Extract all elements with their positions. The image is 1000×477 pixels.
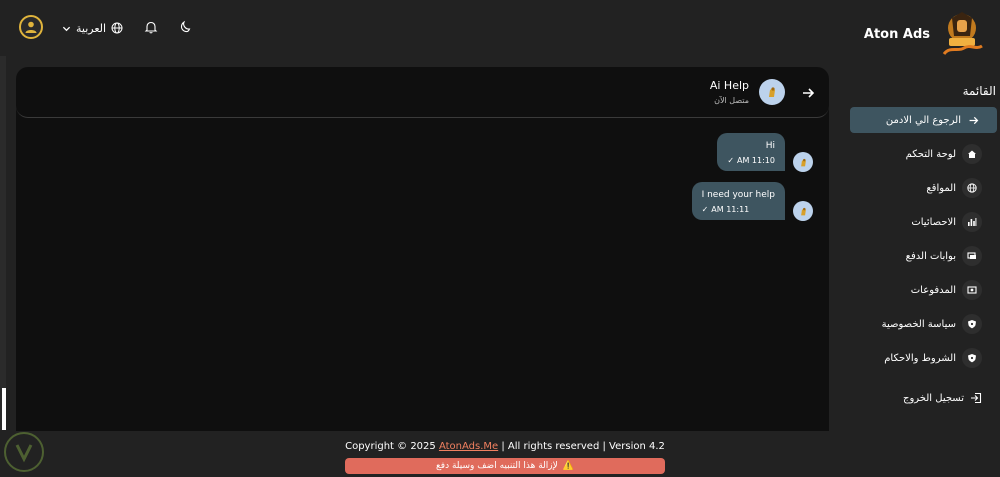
brand[interactable]: Aton Ads xyxy=(864,8,988,60)
sidebar-item-payments[interactable]: المدفوعات xyxy=(911,280,982,300)
home-icon xyxy=(962,144,982,164)
menu-heading: القائمة xyxy=(962,84,996,98)
sidebar-item-label: لوحة التحكم xyxy=(905,148,956,160)
message-timestamp: AM 11:11 xyxy=(711,205,750,214)
shield-icon xyxy=(962,348,982,368)
message-text: Hi xyxy=(765,141,775,151)
message-timestamp: AM 11:10 xyxy=(737,156,775,165)
sidebar-item-privacy-policy[interactable]: سياسة الخصوصية xyxy=(882,314,982,334)
copyright-suffix: | All rights reserved | Version 4.2 xyxy=(498,441,665,452)
chat-title: Ai Help xyxy=(709,79,749,92)
footer-site-link[interactable]: AtonAds.Me xyxy=(439,441,498,452)
sender-avatar xyxy=(793,201,813,221)
watermark-icon xyxy=(4,432,44,472)
sidebar-item-label: سياسة الخصوصية xyxy=(881,318,956,330)
sidebar-item-statistics[interactable]: الاحصائيات xyxy=(911,212,982,232)
chat-panel: Ai Help متصل الآن Hi ✓ AM 11:10 I need y… xyxy=(16,67,829,431)
read-check-icon: ✓ xyxy=(727,156,735,165)
logout-label: تسجيل الخروج xyxy=(902,392,964,404)
language-label: العربية xyxy=(76,21,107,35)
sender-avatar xyxy=(793,152,813,172)
arrow-right-icon xyxy=(969,116,979,124)
payments-icon xyxy=(962,280,982,300)
scrollbar-thumb[interactable] xyxy=(2,388,6,430)
read-check-icon: ✓ xyxy=(701,205,709,214)
footer-copyright: Copyright © 2025 AtonAds.Me | All rights… xyxy=(345,441,665,452)
bot-avatar xyxy=(759,79,785,105)
brand-name: Aton Ads xyxy=(863,26,930,42)
warning-icon: ⚠️ xyxy=(562,461,574,471)
chat-back-button[interactable] xyxy=(799,84,817,102)
user-icon xyxy=(25,21,37,33)
sidebar-item-sites[interactable]: المواقع xyxy=(926,178,982,198)
arrow-right-icon xyxy=(803,88,815,98)
chat-header: Ai Help متصل الآن xyxy=(16,67,829,118)
bar-chart-icon xyxy=(962,212,982,232)
user-avatar-button[interactable] xyxy=(19,15,43,39)
dark-mode-toggle[interactable] xyxy=(177,19,193,35)
logo-icon xyxy=(942,12,983,56)
notice-text: لإزالة هذا التنبيه اضف وسيلة دفع xyxy=(436,461,558,471)
sidebar-item-label: بوابات الدفع xyxy=(905,250,956,262)
logout-button[interactable]: تسجيل الخروج xyxy=(903,388,982,408)
notifications-button[interactable] xyxy=(143,19,159,35)
globe-icon xyxy=(111,22,123,34)
message-bubble: I need your help ✓ AM 11:11 xyxy=(691,182,785,220)
sidebar-item-terms[interactable]: الشروط والاحكام xyxy=(884,348,982,368)
sidebar-item-dashboard[interactable]: لوحة التحكم xyxy=(906,144,982,164)
top-bar: العربية Aton Ads xyxy=(0,0,1000,56)
back-to-admin-label: الرجوع الي الادمن xyxy=(885,114,961,126)
chat-message: Hi ✓ AM 11:10 xyxy=(717,133,813,172)
chat-message: I need your help ✓ AM 11:11 xyxy=(691,182,813,221)
sidebar: القائمة الرجوع الي الادمن لوحة التحكم ال… xyxy=(840,60,1000,440)
bot-icon xyxy=(800,207,806,215)
page-scrollbar[interactable] xyxy=(0,56,6,430)
bot-icon xyxy=(800,158,806,166)
sidebar-item-label: الشروط والاحكام xyxy=(884,352,956,364)
message-time: ✓ AM 11:10 xyxy=(727,156,775,165)
moon-icon xyxy=(180,20,191,33)
message-bubble: Hi ✓ AM 11:10 xyxy=(717,133,785,171)
message-time: ✓ AM 11:11 xyxy=(702,205,775,214)
sidebar-item-label: الاحصائيات xyxy=(911,216,956,228)
sidebar-item-label: المواقع xyxy=(926,182,956,194)
copyright-prefix: Copyright © 2025 xyxy=(345,441,439,452)
bot-icon xyxy=(769,87,775,97)
message-text: I need your help xyxy=(701,190,775,200)
globe-icon xyxy=(962,178,982,198)
sidebar-item-payment-gateways[interactable]: بوابات الدفع xyxy=(906,246,982,266)
bell-icon xyxy=(144,21,158,34)
payment-notice-banner[interactable]: لإزالة هذا التنبيه اضف وسيلة دفع ⚠️ xyxy=(345,458,665,474)
logout-icon xyxy=(971,392,982,404)
language-switcher[interactable]: العربية xyxy=(62,19,123,37)
sidebar-item-label: المدفوعات xyxy=(910,284,956,296)
back-to-admin-button[interactable]: الرجوع الي الادمن xyxy=(850,107,997,133)
chat-status: متصل الآن xyxy=(714,96,749,105)
payment-gateway-icon xyxy=(962,246,982,266)
chevron-down-icon xyxy=(62,26,71,31)
shield-icon xyxy=(962,314,982,334)
